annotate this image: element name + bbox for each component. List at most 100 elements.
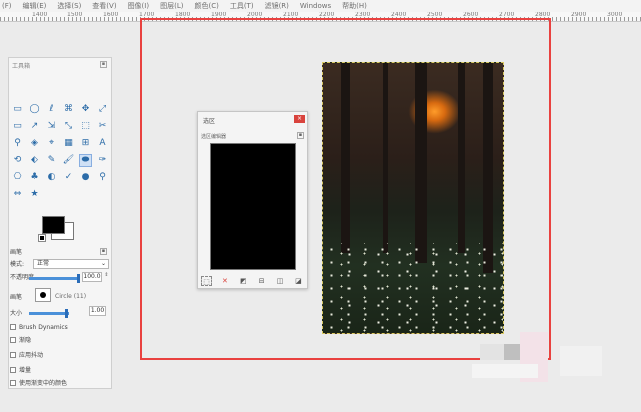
menu-item-help[interactable]: 帮助(H) [342, 2, 367, 10]
incremental-label: 增量 [19, 367, 32, 374]
unified-transform-icon[interactable]: ⇔ [11, 188, 24, 201]
fade-label: 渐隐 [19, 337, 32, 344]
perspective-icon[interactable]: ⬚ [79, 120, 92, 133]
opacity-slider[interactable] [29, 277, 79, 280]
menu-item-windows[interactable]: Windows [300, 2, 331, 10]
app-window: (F) 编辑(E) 选择(S) 查看(V) 图像(I) 图层(L) 颜色(C) … [0, 0, 641, 412]
image-canvas[interactable] [322, 62, 504, 334]
ruler-label: 2900 [571, 12, 587, 18]
select-none-icon[interactable]: ✕ [219, 276, 230, 286]
close-button[interactable]: × [294, 115, 305, 123]
chevron-down-icon: ⌄ [100, 260, 106, 267]
save-to-channel-icon[interactable]: ⊟ [256, 276, 267, 286]
default-colors-icon[interactable] [38, 234, 46, 242]
tree-trunk [341, 63, 350, 253]
ruler-label: 1500 [67, 12, 83, 18]
menu-item-colors[interactable]: 颜色(C) [194, 2, 218, 10]
size-label: 大小 [10, 310, 23, 317]
rect-select-icon[interactable]: ▭ [11, 103, 24, 116]
dodge-icon[interactable]: ◐ [45, 171, 58, 184]
gradient-color-checkbox[interactable] [10, 380, 16, 386]
menu-item-filters[interactable]: 滤镜(R) [265, 2, 289, 10]
rotate-icon[interactable]: ⟲ [11, 154, 24, 167]
menu-item-tools[interactable]: 工具(T) [230, 2, 254, 10]
foreground-select-icon[interactable]: ◈ [28, 137, 41, 150]
fuzzy-select-icon[interactable]: ⌘ [62, 103, 75, 116]
tree-trunk [383, 63, 388, 253]
watermark-block [472, 364, 538, 378]
ruler-label: 1400 [32, 12, 48, 18]
menu-item-layer[interactable]: 图层(L) [160, 2, 183, 10]
menu-item-view[interactable]: 查看(V) [92, 2, 116, 10]
stroke-selection-icon[interactable]: ◪ [293, 276, 304, 286]
flip-icon[interactable]: ▦ [62, 137, 75, 150]
dialog-title: 选区 [203, 118, 216, 125]
ruler-label: 3000 [607, 12, 623, 18]
pencil-icon[interactable]: ✎ [45, 154, 58, 167]
selection-editor-dialog: 选区 × 选区编辑器 ▪ ⬚ ✕ ◩ ⊟ ◫ ◪ [197, 111, 308, 289]
zoom-icon[interactable]: ⚲ [96, 171, 109, 184]
invert-selection-icon[interactable]: ◩ [238, 276, 249, 286]
menu-item-select[interactable]: 选择(S) [57, 2, 81, 10]
watermark-block [560, 346, 602, 376]
paths-icon[interactable]: ⌖ [45, 137, 58, 150]
ink-icon[interactable]: ✑ [96, 154, 109, 167]
opacity-slider-handle[interactable] [77, 274, 80, 283]
selection-to-path-icon[interactable]: ◫ [275, 276, 286, 286]
brush-label: 画笔 [10, 294, 23, 301]
measure-icon[interactable]: ↗ [28, 120, 41, 133]
menu-item-image[interactable]: 图像(I) [128, 2, 150, 10]
smudge-icon[interactable]: ✓ [62, 171, 75, 184]
tree-trunk [458, 63, 465, 253]
spin-arrows-icon[interactable]: ⇕ [103, 273, 110, 280]
options-section-label: 画笔 [10, 249, 23, 256]
foreground-color-swatch-front[interactable] [42, 216, 65, 234]
move-icon[interactable]: ✥ [79, 103, 92, 116]
text-icon[interactable]: A [96, 137, 109, 150]
clone-icon[interactable]: ⎔ [11, 171, 24, 184]
opacity-value-field[interactable]: 100.0 [82, 272, 102, 282]
toolbox-menu-button[interactable]: ▪ [100, 61, 107, 68]
menu-item-edit[interactable]: 编辑(E) [23, 2, 47, 10]
menu-item-file[interactable]: (F) [2, 2, 12, 10]
brush-preview[interactable] [35, 288, 51, 302]
cage-icon[interactable]: ⊞ [79, 137, 92, 150]
options-menu-icon[interactable]: ▪ [100, 248, 107, 255]
dialog-toolbar: ⬚ ✕ ◩ ⊟ ◫ ◪ [201, 275, 304, 287]
menu-bar: (F) 编辑(E) 选择(S) 查看(V) 图像(I) 图层(L) 颜色(C) … [0, 0, 641, 12]
bucket-fill-icon[interactable]: ● [79, 171, 92, 184]
incremental-checkbox[interactable] [10, 367, 16, 373]
brush-dot-icon [40, 292, 46, 298]
eraser-icon[interactable]: ⬬ [79, 154, 92, 167]
tool-grid: ▭ ◯ ℓ ⌘ ✥ ⤢ ▭ ↗ ⇲ ⤡ ⬚ ✂ ⚲ ◈ ⌖ ▦ ⊞ A ⟲ ⬖ ✎ 🖌 ⬬ ✑ ⎔ ♣ ◐ ✓ ● ⚲ ⇔ ★ [11, 103, 111, 205]
jitter-label: 应用抖动 [19, 352, 44, 359]
crop-icon[interactable]: ▭ [11, 120, 24, 133]
color-picker-icon[interactable]: ⚲ [11, 137, 24, 150]
watermark-block [480, 344, 504, 360]
size-value-field[interactable]: 1.00 [89, 306, 106, 316]
scale-icon[interactable]: ⤡ [62, 120, 75, 133]
mode-value: 正常 [37, 260, 50, 267]
selection-preview[interactable] [210, 143, 296, 270]
fade-checkbox[interactable] [10, 337, 16, 343]
select-all-icon[interactable]: ⬚ [201, 276, 212, 286]
blend-icon[interactable]: ⬖ [28, 154, 41, 167]
mode-select[interactable]: 正常 ⌄ [33, 259, 109, 269]
transform-icon[interactable]: ⇲ [45, 120, 58, 133]
scissors-icon[interactable]: ✂ [96, 120, 109, 133]
brush-dynamics-label: Brush Dynamics [19, 324, 68, 331]
mode-label: 模式: [10, 261, 25, 268]
ruler-label: 1600 [103, 12, 119, 18]
free-select-icon[interactable]: ℓ [45, 103, 58, 116]
size-slider[interactable] [29, 312, 69, 315]
paintbrush-icon[interactable]: 🖌 [62, 154, 75, 167]
heal-icon[interactable]: ♣ [28, 171, 41, 184]
align-icon[interactable]: ⤢ [96, 103, 109, 116]
jitter-checkbox[interactable] [10, 352, 16, 358]
airbrush-icon[interactable]: ★ [28, 188, 41, 201]
dialog-menu-icon[interactable]: ▪ [297, 132, 304, 139]
ellipse-select-icon[interactable]: ◯ [28, 103, 41, 116]
toolbox-title: 工具箱 [12, 63, 31, 70]
size-slider-handle[interactable] [65, 309, 68, 318]
brush-dynamics-checkbox[interactable] [10, 324, 16, 330]
